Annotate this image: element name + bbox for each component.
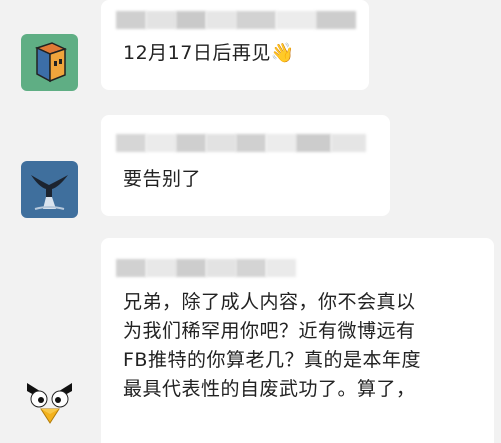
message-bubble-3[interactable]: 兄弟，除了成人内容，你不会真以 为我们稀罕用你吧？近有微博远有 FB推特的你算老… xyxy=(101,238,494,443)
message-bubble-2[interactable]: 要告别了 xyxy=(101,115,390,216)
message-text-2: 要告别了 xyxy=(123,168,202,190)
redacted-sender-name xyxy=(116,258,296,278)
bird-avatar[interactable] xyxy=(21,161,78,218)
message-bubble-1[interactable]: 12月17日后再见👋 xyxy=(101,0,369,90)
redacted-sender-name xyxy=(116,133,366,153)
angry-bird-avatar[interactable] xyxy=(21,371,78,428)
message-text-1: 12月17日后再见👋 xyxy=(123,42,296,64)
message-text-3: 兄弟，除了成人内容，你不会真以 为我们稀罕用你吧？近有微博远有 FB推特的你算老… xyxy=(123,291,421,400)
cube-avatar[interactable] xyxy=(21,34,78,91)
cube-avatar-icon xyxy=(21,34,78,91)
bird-avatar-icon xyxy=(21,161,78,218)
redacted-sender-name xyxy=(116,10,356,30)
angry-bird-avatar-icon xyxy=(21,371,78,428)
